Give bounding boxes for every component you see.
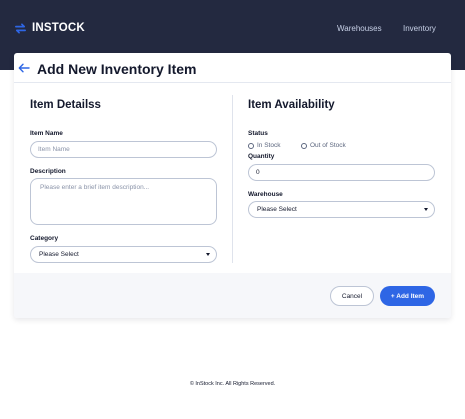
nav-inventory-link[interactable]: Inventory (403, 24, 436, 33)
column-divider (232, 95, 233, 263)
item-availability-title: Item Availability (248, 99, 335, 111)
logo-text: INSTOCK (32, 22, 85, 34)
description-textarea[interactable] (30, 178, 217, 225)
status-option-label: In Stock (257, 142, 281, 149)
quantity-input[interactable] (248, 164, 435, 181)
category-label: Category (30, 235, 59, 242)
add-item-button[interactable]: + Add Item (380, 286, 435, 306)
item-name-input[interactable] (30, 141, 217, 158)
status-label: Status (248, 130, 268, 137)
radio-circle-icon[interactable] (248, 142, 254, 149)
category-select-value: Please Select (39, 251, 79, 258)
cancel-button[interactable]: Cancel (330, 286, 374, 306)
warehouse-select-value: Please Select (257, 206, 297, 213)
status-radio-in-stock[interactable]: In Stock (248, 142, 280, 149)
status-radio-out-of-stock[interactable]: Out of Stock (301, 142, 346, 149)
category-select[interactable]: Please Select (30, 246, 217, 263)
chevron-down-icon (424, 208, 428, 211)
radio-circle-icon[interactable] (301, 142, 307, 149)
copyright-text: © InStock Inc. All Rights Reserved. (189, 381, 276, 387)
warehouse-select[interactable]: Please Select (248, 201, 435, 218)
item-details-title: Item Detailss (30, 99, 101, 111)
status-option-label: Out of Stock (310, 142, 346, 149)
description-label: Description (30, 168, 66, 175)
arrow-left-icon[interactable] (18, 63, 30, 73)
chevron-down-icon (206, 253, 210, 256)
item-name-label: Item Name (30, 130, 63, 137)
warehouse-label: Warehouse (248, 191, 283, 198)
swap-arrows-icon (15, 22, 26, 34)
card-header: Add New Inventory Item (14, 53, 451, 83)
page-title: Add New Inventory Item (37, 61, 197, 77)
nav-warehouses-link[interactable]: Warehouses (337, 24, 382, 33)
quantity-label: Quantity (248, 153, 275, 160)
logo[interactable]: INSTOCK (14, 20, 85, 36)
add-item-form-card: Add New Inventory Item Item Detailss Ite… (14, 53, 451, 318)
